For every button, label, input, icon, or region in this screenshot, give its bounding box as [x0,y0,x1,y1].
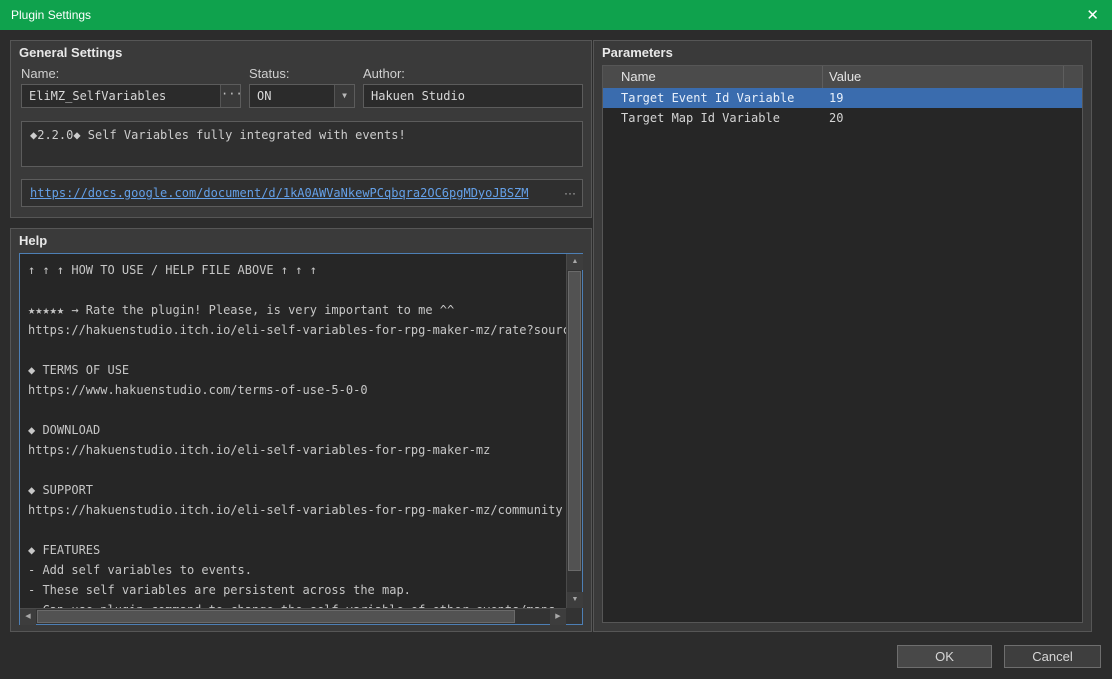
column-header-name: Name [603,66,823,88]
plugin-settings-window: Plugin Settings ✕ General Settings Name:… [0,0,1112,679]
param-extra-cell [1064,88,1082,108]
param-name-cell: Target Map Id Variable [603,108,823,128]
help-line: ◆ TERMS OF USE [28,360,558,380]
column-header-extra [1064,66,1082,88]
scroll-up-icon[interactable]: ▲ [567,254,583,270]
titlebar: Plugin Settings ✕ [0,0,1112,30]
status-label: Status: [249,66,289,81]
help-line [28,460,558,480]
param-value-cell: 20 [823,108,1064,128]
cancel-button[interactable]: Cancel [1004,645,1101,668]
doc-link[interactable]: https://docs.google.com/document/d/1kA0A… [30,186,529,200]
description-box: ◆2.2.0◆ Self Variables fully integrated … [21,121,583,167]
browse-button[interactable]: ··· [220,85,240,107]
param-rows: Target Event Id Variable19Target Map Id … [603,88,1082,128]
column-header-value: Value [823,66,1064,88]
help-line [28,340,558,360]
help-line [28,400,558,420]
status-value: ON [257,89,271,103]
table-header: Name Value [603,66,1082,88]
help-line: ◆ SUPPORT [28,480,558,500]
help-title: Help [19,233,47,248]
help-line: - Add self variables to events. [28,560,558,580]
ok-button[interactable]: OK [897,645,992,668]
scrollbar-corner [566,608,582,624]
general-settings-group: General Settings Name: Status: Author: E… [10,40,592,218]
help-line: ◆ FEATURES [28,540,558,560]
scroll-down-icon[interactable]: ▼ [567,592,583,608]
help-line: https://hakuenstudio.itch.io/eli-self-va… [28,500,558,520]
link-box: https://docs.google.com/document/d/1kA0A… [21,179,583,207]
help-group: Help ↑ ↑ ↑ HOW TO USE / HELP FILE ABOVE … [10,228,592,632]
vertical-scrollbar-thumb[interactable] [568,271,581,571]
param-value-cell: 19 [823,88,1064,108]
help-line [28,280,558,300]
status-select[interactable]: ON ▼ [249,84,355,108]
author-value: Hakuen Studio [371,89,465,103]
vertical-scrollbar[interactable]: ▲ ▼ [566,254,582,608]
help-line: https://hakuenstudio.itch.io/eli-self-va… [28,320,558,340]
window-title: Plugin Settings [11,8,91,22]
horizontal-scrollbar[interactable]: ◀ ▶ [20,608,566,624]
chevron-down-icon[interactable]: ▼ [334,85,354,107]
help-line: ★★★★★ → Rate the plugin! Please, is very… [28,300,558,320]
table-row[interactable]: Target Map Id Variable20 [603,108,1082,128]
name-value: EliMZ_SelfVariables [29,89,166,103]
help-line [28,520,558,540]
help-text: ↑ ↑ ↑ HOW TO USE / HELP FILE ABOVE ↑ ↑ ↑… [20,254,566,608]
name-input[interactable]: EliMZ_SelfVariables ··· [21,84,241,108]
link-ellipsis: ··· [560,180,576,206]
name-label: Name: [21,66,59,81]
help-line: ◆ DOWNLOAD [28,420,558,440]
help-textarea[interactable]: ↑ ↑ ↑ HOW TO USE / HELP FILE ABOVE ↑ ↑ ↑… [19,253,583,625]
parameters-group: Parameters Name Value Target Event Id Va… [593,40,1092,632]
param-extra-cell [1064,108,1082,128]
author-input[interactable]: Hakuen Studio [363,84,583,108]
help-line: - These self variables are persistent ac… [28,580,558,600]
scroll-left-icon[interactable]: ◀ [20,609,36,625]
dialog-body: General Settings Name: Status: Author: E… [0,30,1112,679]
general-settings-title: General Settings [19,45,122,60]
help-line: https://www.hakuenstudio.com/terms-of-us… [28,380,558,400]
help-line: ↑ ↑ ↑ HOW TO USE / HELP FILE ABOVE ↑ ↑ ↑ [28,260,558,280]
help-line: https://hakuenstudio.itch.io/eli-self-va… [28,440,558,460]
author-label: Author: [363,66,405,81]
help-line: - Can use plugin command to change the s… [28,600,558,608]
horizontal-scrollbar-thumb[interactable] [37,610,515,623]
parameters-title: Parameters [602,45,673,60]
table-row[interactable]: Target Event Id Variable19 [603,88,1082,108]
param-name-cell: Target Event Id Variable [603,88,823,108]
close-icon[interactable]: ✕ [1086,6,1099,24]
scroll-right-icon[interactable]: ▶ [550,609,566,625]
parameters-table: Name Value Target Event Id Variable19Tar… [602,65,1083,623]
